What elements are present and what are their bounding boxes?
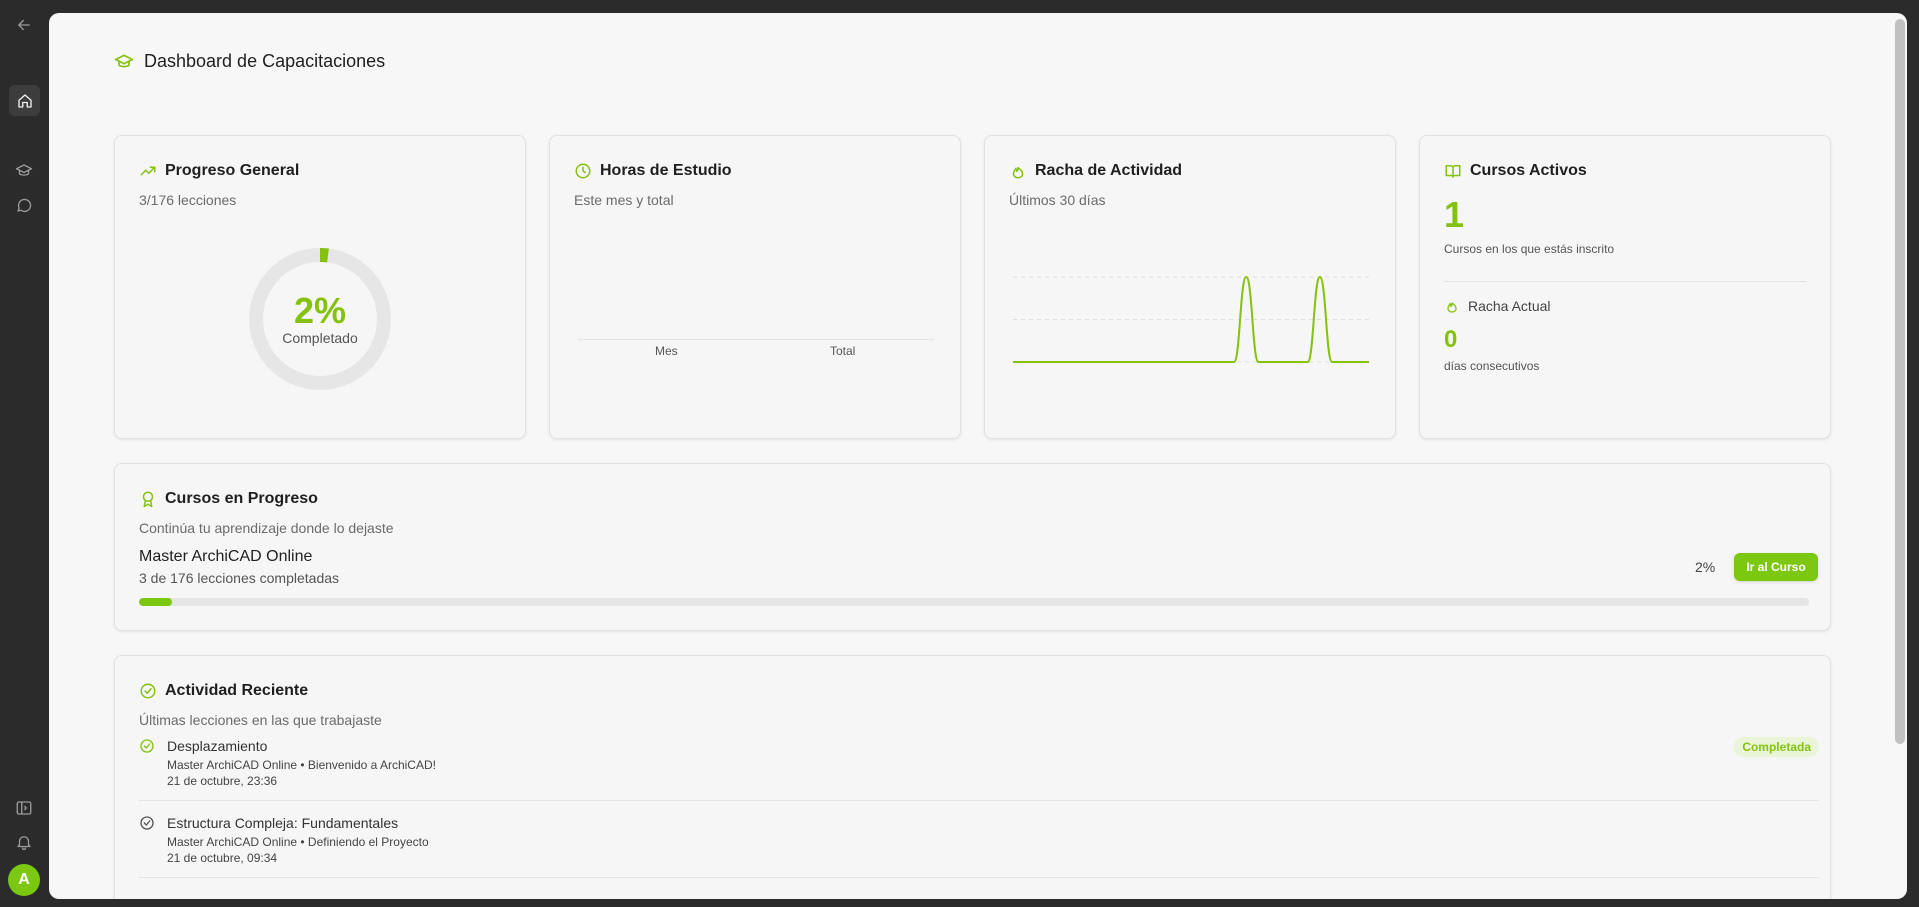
divider	[1444, 281, 1806, 282]
progress-percent: 2%	[293, 290, 347, 331]
recent-activity-card: Actividad Reciente Últimas lecciones en …	[114, 655, 1831, 899]
chat-bubble-icon[interactable]	[12, 193, 36, 217]
divider	[139, 877, 1819, 878]
main-content: Dashboard de Capacitaciones Progreso Gen…	[49, 13, 1907, 899]
activity-meta: Master ArchiCAD Online • Definiendo el P…	[167, 835, 429, 849]
active-courses-count: 1	[1444, 194, 1465, 235]
sidebar-rail: A	[0, 0, 49, 907]
in-progress-title: Cursos en Progreso	[165, 490, 318, 507]
hours-axis	[578, 339, 934, 340]
open-book-icon	[1444, 162, 1462, 180]
check-circle-icon	[139, 682, 157, 700]
streak-card: Racha de Actividad Últimos 30 días	[984, 135, 1396, 439]
trending-up-icon	[139, 162, 157, 180]
hours-title: Horas de Estudio	[600, 162, 732, 179]
clock-icon	[574, 162, 592, 180]
check-circle-icon	[139, 815, 155, 831]
progress-donut: 2% Completado	[245, 244, 395, 394]
current-streak-title: Racha Actual	[1468, 298, 1551, 314]
graduation-cap-icon	[114, 52, 134, 72]
flame-icon	[1009, 162, 1027, 180]
recent-activity-subtitle: Últimas lecciones en las que trabajaste	[139, 712, 382, 728]
streak-line-chart	[1013, 275, 1369, 363]
status-badge: Completada	[1734, 737, 1819, 757]
scrollbar[interactable]	[1895, 19, 1905, 744]
activity-time: 21 de octubre, 23:36	[167, 774, 278, 788]
recent-activity-title: Actividad Reciente	[165, 682, 309, 699]
course-percent: 2%	[1695, 559, 1716, 575]
flame-icon	[1444, 298, 1460, 314]
current-streak-label: días consecutivos	[1444, 359, 1540, 373]
in-progress-subtitle: Continúa tu aprendizaje donde lo dejaste	[139, 520, 394, 536]
go-to-course-button[interactable]: Ir al Curso	[1734, 553, 1818, 581]
activity-meta: Master ArchiCAD Online • Bienvenido a Ar…	[167, 758, 436, 772]
activity-time: 21 de octubre, 09:34	[167, 851, 278, 865]
hours-subtitle: Este mes y total	[574, 192, 674, 208]
course-name[interactable]: Master ArchiCAD Online	[139, 548, 312, 566]
progress-percent-label: Completado	[282, 330, 358, 346]
active-courses-card: Cursos Activos 1 Cursos en los que estás…	[1419, 135, 1831, 439]
course-progress-bar	[139, 598, 1809, 606]
award-ribbon-icon	[139, 490, 157, 508]
streak-title: Racha de Actividad	[1035, 162, 1183, 179]
hours-card: Horas de Estudio Este mes y total Mes To…	[549, 135, 961, 439]
hours-bar-label-total: Total	[830, 344, 856, 358]
in-progress-card: Cursos en Progreso Continúa tu aprendiza…	[114, 463, 1831, 631]
home-icon[interactable]	[9, 85, 40, 116]
back-arrow-icon[interactable]	[12, 13, 36, 37]
bell-icon[interactable]	[12, 830, 36, 854]
panel-toggle-icon[interactable]	[12, 796, 36, 820]
activity-title: Estructura Compleja: Fundamentales	[167, 815, 399, 831]
activity-title: Desplazamiento	[167, 738, 268, 754]
course-detail: 3 de 176 lecciones completadas	[139, 570, 340, 586]
check-circle-icon	[139, 738, 155, 754]
avatar[interactable]: A	[8, 864, 40, 896]
current-streak-value: 0	[1444, 326, 1458, 353]
divider	[139, 800, 1819, 801]
active-courses-title: Cursos Activos	[1470, 162, 1587, 179]
streak-subtitle: Últimos 30 días	[1009, 192, 1106, 208]
progress-title: Progreso General	[165, 162, 300, 179]
graduation-cap-icon[interactable]	[12, 159, 36, 183]
page-title: Dashboard de Capacitaciones	[144, 51, 386, 71]
active-courses-label: Cursos en los que estás inscrito	[1444, 242, 1615, 256]
progress-card: Progreso General 3/176 lecciones 2% Comp…	[114, 135, 526, 439]
course-progress-fill	[139, 598, 173, 606]
page-header: Dashboard de Capacitaciones	[114, 51, 385, 72]
progress-subtitle: 3/176 lecciones	[139, 192, 237, 208]
hours-bar-label-month: Mes	[655, 344, 678, 358]
